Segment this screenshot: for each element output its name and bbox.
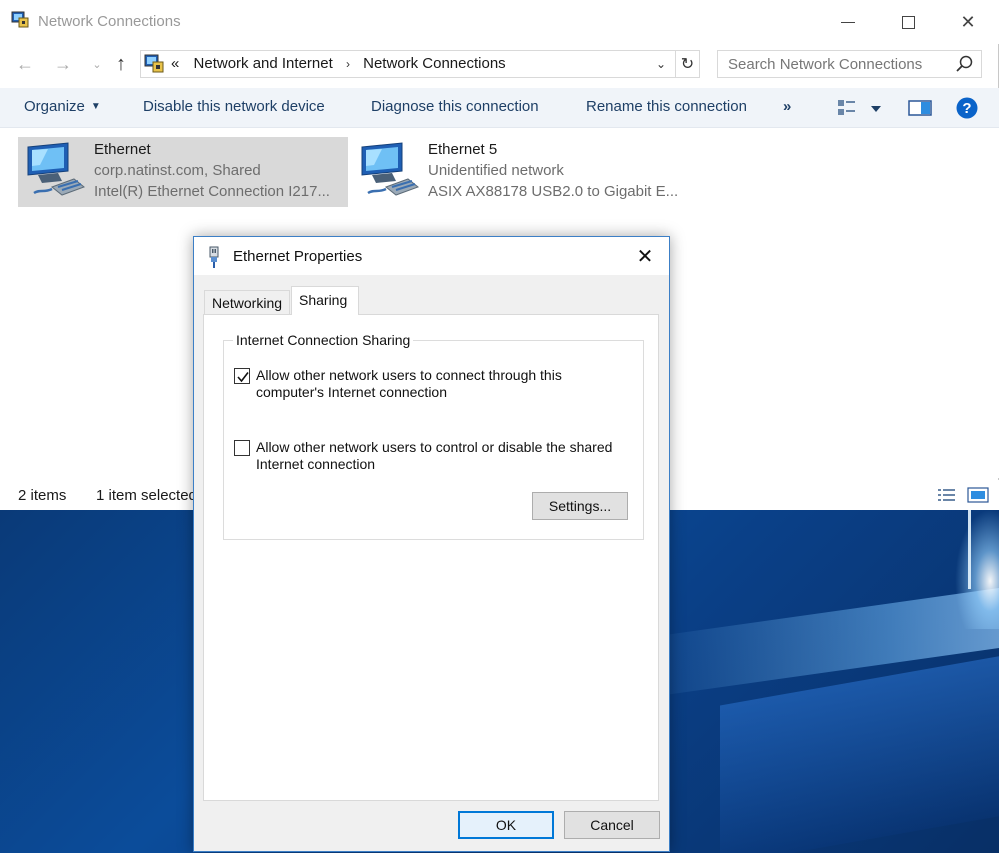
change-view-button[interactable]: [836, 96, 884, 120]
change-view-icon: [838, 100, 881, 115]
tab-sharing[interactable]: Sharing: [291, 286, 359, 315]
organize-menu[interactable]: Organize ▼: [24, 98, 101, 115]
search-box: [717, 50, 982, 78]
dialog-title: Ethernet Properties: [233, 248, 363, 265]
recent-locations-button[interactable]: ⌄: [84, 50, 110, 78]
cancel-button[interactable]: Cancel: [564, 811, 660, 839]
selection-count: 1 item selected: [96, 487, 197, 504]
connection-item-ethernet-5[interactable]: Ethernet 5 Unidentified network ASIX AX8…: [352, 137, 682, 207]
connection-device: ASIX AX88178 USB2.0 to Gigabit E...: [428, 183, 679, 200]
chevron-down-icon: ⌄: [655, 57, 667, 71]
magnifier-icon[interactable]: [954, 54, 976, 74]
maximize-button[interactable]: [878, 0, 938, 44]
connection-name: Ethernet: [94, 141, 151, 158]
connection-status: corp.natinst.com, Shared: [94, 162, 261, 179]
dialog-title-bar[interactable]: Ethernet Properties ✕: [194, 237, 669, 275]
breadcrumb-network-connections[interactable]: Network Connections: [363, 55, 506, 72]
allow-control-label[interactable]: Allow other network users to control or …: [256, 439, 616, 473]
maximize-icon: [901, 15, 915, 29]
title-bar[interactable]: Network Connections ✕: [0, 0, 999, 44]
network-adapter-icon: [361, 142, 420, 196]
checkmark-icon: [237, 372, 249, 383]
settings-button[interactable]: Settings...: [532, 492, 628, 520]
allow-connect-label[interactable]: Allow other network users to connect thr…: [256, 367, 616, 401]
network-connections-icon: [144, 54, 164, 73]
wallpaper-light-beam: [720, 652, 999, 853]
refresh-icon: ↻: [680, 56, 695, 73]
breadcrumb-separator-icon[interactable]: ›: [346, 57, 350, 71]
allow-control-option: Allow other network users to control or …: [234, 439, 634, 479]
back-button[interactable]: ←: [12, 50, 38, 78]
up-button[interactable]: ↑: [108, 50, 134, 78]
large-icons-view-icon[interactable]: [967, 487, 989, 503]
address-dropdown-button[interactable]: ⌄: [651, 54, 671, 74]
up-arrow-icon: ↑: [116, 52, 126, 75]
connection-name: Ethernet 5: [428, 141, 498, 158]
details-view-icon[interactable]: [938, 489, 955, 501]
minimize-icon: [841, 21, 855, 23]
triangle-down-icon: ▼: [90, 101, 101, 112]
forward-button[interactable]: →: [50, 50, 76, 78]
network-connections-icon: [11, 11, 29, 28]
wallpaper-light-line: [968, 509, 971, 589]
connection-item-ethernet[interactable]: Ethernet corp.natinst.com, Shared Intel(…: [18, 137, 348, 207]
ics-group-label: Internet Connection Sharing: [233, 332, 414, 348]
close-icon: ✕: [960, 11, 976, 32]
window-title: Network Connections: [38, 13, 181, 30]
minimize-button[interactable]: [818, 0, 878, 44]
view-switcher: [938, 487, 989, 503]
sharing-tab-panel: Internet Connection Sharing Allow other …: [203, 314, 659, 801]
allow-connect-option: Allow other network users to connect thr…: [234, 367, 634, 407]
allow-connect-checkbox[interactable]: [234, 368, 250, 384]
disable-device-button[interactable]: Disable this network device: [143, 98, 325, 115]
tab-networking[interactable]: Networking: [204, 290, 290, 314]
connection-status: Unidentified network: [428, 162, 564, 179]
preview-pane-icon: [908, 100, 932, 116]
ethernet-plug-icon: [209, 246, 219, 268]
help-button[interactable]: ?: [954, 96, 980, 120]
breadcrumb-overflow-button[interactable]: «: [171, 55, 179, 72]
breadcrumb: « Network and Internet › Network Connect…: [171, 55, 506, 72]
close-icon: ✕: [636, 245, 654, 268]
connection-device: Intel(R) Ethernet Connection I217...: [94, 183, 330, 200]
diagnose-connection-button[interactable]: Diagnose this connection: [371, 98, 539, 115]
forward-arrow-icon: →: [54, 53, 72, 74]
preview-pane-button[interactable]: [906, 96, 934, 120]
dialog-close-button[interactable]: ✕: [622, 237, 668, 275]
item-count: 2 items: [18, 487, 67, 504]
svg-text:?: ?: [962, 100, 971, 117]
chevron-down-icon: ⌄: [92, 58, 102, 71]
rename-connection-button[interactable]: Rename this connection: [586, 98, 747, 115]
wallpaper-glow: [955, 509, 999, 629]
breadcrumb-network-and-internet[interactable]: Network and Internet: [194, 55, 333, 72]
refresh-button[interactable]: ↻: [675, 51, 699, 77]
ethernet-properties-dialog: Ethernet Properties ✕ Networking Sharing…: [193, 236, 670, 852]
close-button[interactable]: ✕: [938, 0, 998, 44]
command-bar: Organize ▼ Disable this network device Di…: [0, 88, 999, 128]
network-adapter-icon: [27, 142, 86, 196]
organize-label: Organize: [24, 98, 85, 115]
back-arrow-icon: ←: [16, 53, 34, 74]
search-input[interactable]: [718, 51, 948, 77]
more-commands-button[interactable]: »: [783, 98, 791, 115]
help-icon: ?: [956, 97, 978, 119]
ok-button[interactable]: OK: [458, 811, 554, 839]
navigation-row: ← → ⌄ ↑ « Network and Internet › Network…: [0, 46, 999, 82]
address-bar[interactable]: « Network and Internet › Network Connect…: [140, 50, 700, 78]
allow-control-checkbox[interactable]: [234, 440, 250, 456]
